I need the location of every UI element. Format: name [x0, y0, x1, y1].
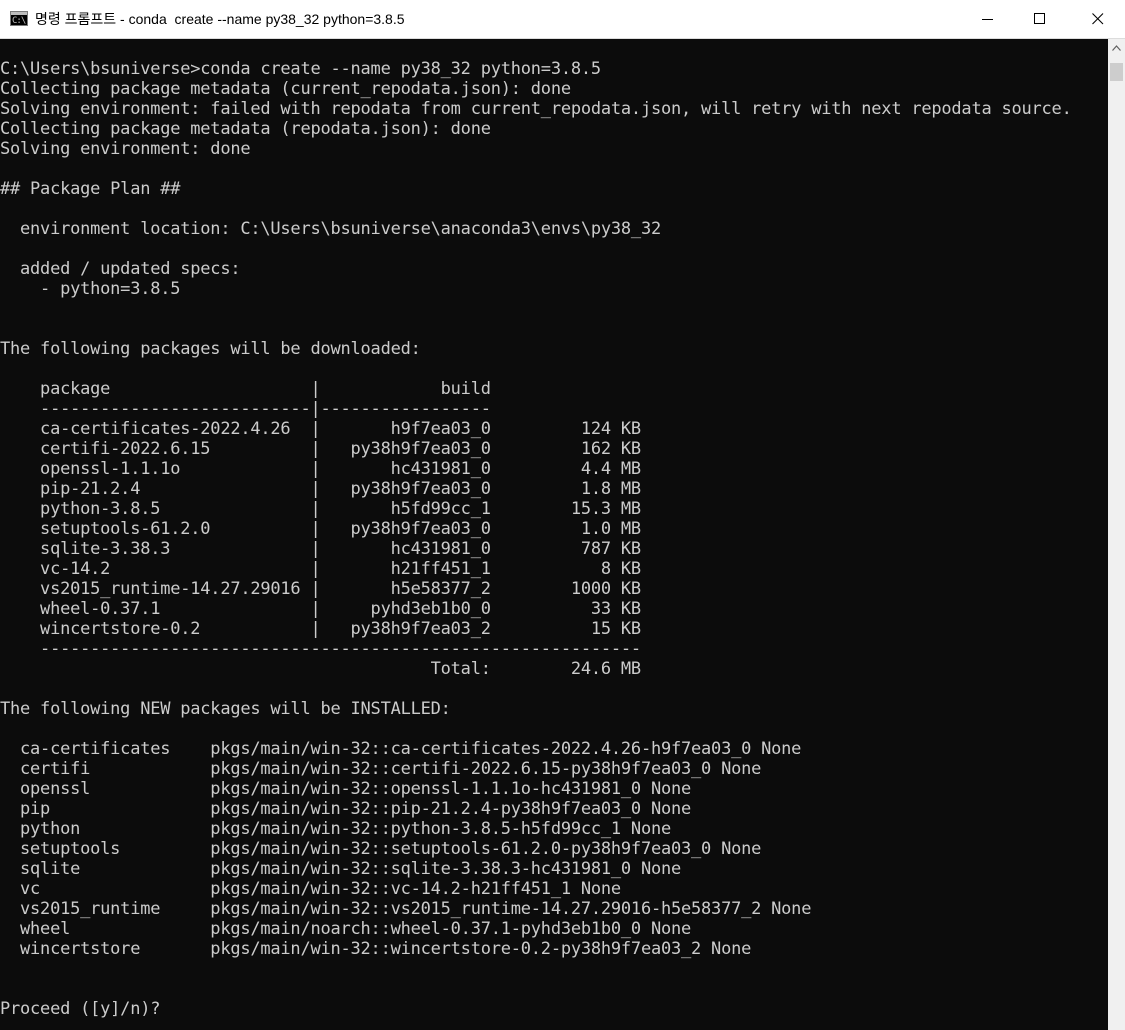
close-icon [1092, 13, 1104, 25]
console-line: openssl pkgs/main/win-32::openssl-1.1.1o… [0, 779, 692, 799]
window-title: 명령 프롬프트 - conda create --name py38_32 py… [35, 11, 405, 27]
chevron-up-icon [1112, 45, 1121, 51]
minimize-button[interactable] [965, 0, 1011, 38]
console-line: setuptools pkgs/main/win-32::setuptools-… [0, 839, 762, 859]
minimize-icon [982, 19, 993, 20]
console-line: Solving environment: done [0, 139, 251, 159]
console-line: sqlite pkgs/main/win-32::sqlite-3.38.3-h… [0, 859, 682, 879]
console-line: pip-21.2.4 | py38h9f7ea03_0 1.8 MB [0, 479, 641, 499]
console-line: Collecting package metadata (repodata.js… [0, 119, 491, 139]
console-line: wincertstore pkgs/main/win-32::wincertst… [0, 939, 752, 959]
console-line: The following NEW packages will be INSTA… [0, 699, 451, 719]
console-line: python pkgs/main/win-32::python-3.8.5-h5… [0, 819, 671, 839]
console-line: ## Package Plan ## [0, 179, 181, 199]
maximize-icon [1034, 13, 1045, 24]
console-line: wheel-0.37.1 | pyhd3eb1b0_0 33 KB [0, 599, 641, 619]
console-line: sqlite-3.38.3 | hc431981_0 787 KB [0, 539, 641, 559]
console-line: Proceed ([y]/n)? [0, 999, 161, 1019]
console-line: python-3.8.5 | h5fd99cc_1 15.3 MB [0, 499, 641, 519]
maximize-button[interactable] [1017, 0, 1063, 38]
console-line: wincertstore-0.2 | py38h9f7ea03_2 15 KB [0, 619, 641, 639]
cmd-icon-glyph: C:\ [12, 16, 26, 26]
console-line: certifi pkgs/main/win-32::certifi-2022.6… [0, 759, 762, 779]
console-line: Total: 24.6 MB [0, 659, 642, 679]
console-line: C:\Users\bsuniverse>conda create --name … [0, 59, 601, 79]
console-line: vc pkgs/main/win-32::vc-14.2-h21ff451_1 … [0, 879, 621, 899]
scroll-thumb[interactable] [1110, 63, 1123, 81]
command-prompt-window: C:\ 명령 프롬프트 - conda create --name py38_3… [0, 0, 1125, 1030]
console-line: openssl-1.1.1o | hc431981_0 4.4 MB [0, 459, 641, 479]
console-line: ca-certificates-2022.4.26 | h9f7ea03_0 1… [0, 419, 641, 439]
console-line: - python=3.8.5 [0, 279, 181, 299]
console-line: vs2015_runtime pkgs/main/win-32::vs2015_… [0, 899, 812, 919]
console-line: added / updated specs: [0, 259, 241, 279]
console-line: vs2015_runtime-14.27.29016 | h5e58377_2 … [0, 579, 641, 599]
console-line: package | build [0, 379, 491, 399]
title-bar[interactable]: C:\ 명령 프롬프트 - conda create --name py38_3… [0, 0, 1125, 39]
console-line: The following packages will be downloade… [0, 339, 421, 359]
close-button[interactable] [1075, 0, 1121, 38]
console-line: pip pkgs/main/win-32::pip-21.2.4-py38h9f… [0, 799, 692, 819]
cmd-icon[interactable]: C:\ [10, 11, 28, 26]
console-line: setuptools-61.2.0 | py38h9f7ea03_0 1.0 M… [0, 519, 641, 539]
vertical-scrollbar[interactable] [1108, 39, 1125, 1030]
console-line: certifi-2022.6.15 | py38h9f7ea03_0 162 K… [0, 439, 641, 459]
console-line: ----------------------------------------… [0, 639, 641, 659]
scroll-up-button[interactable] [1108, 39, 1125, 56]
console-line: environment location: C:\Users\bsunivers… [0, 219, 661, 239]
console-line: vc-14.2 | h21ff451_1 8 KB [0, 559, 641, 579]
console-line: Solving environment: failed with repodat… [0, 99, 1072, 119]
console-line: Collecting package metadata (current_rep… [0, 79, 571, 99]
console-line: ca-certificates pkgs/main/win-32::ca-cer… [0, 739, 802, 759]
console-line: wheel pkgs/main/noarch::wheel-0.37.1-pyh… [0, 919, 692, 939]
console-line: ---------------------------|------------… [0, 399, 491, 419]
console-output[interactable]: C:\Users\bsuniverse>conda create --name … [0, 59, 1108, 1030]
